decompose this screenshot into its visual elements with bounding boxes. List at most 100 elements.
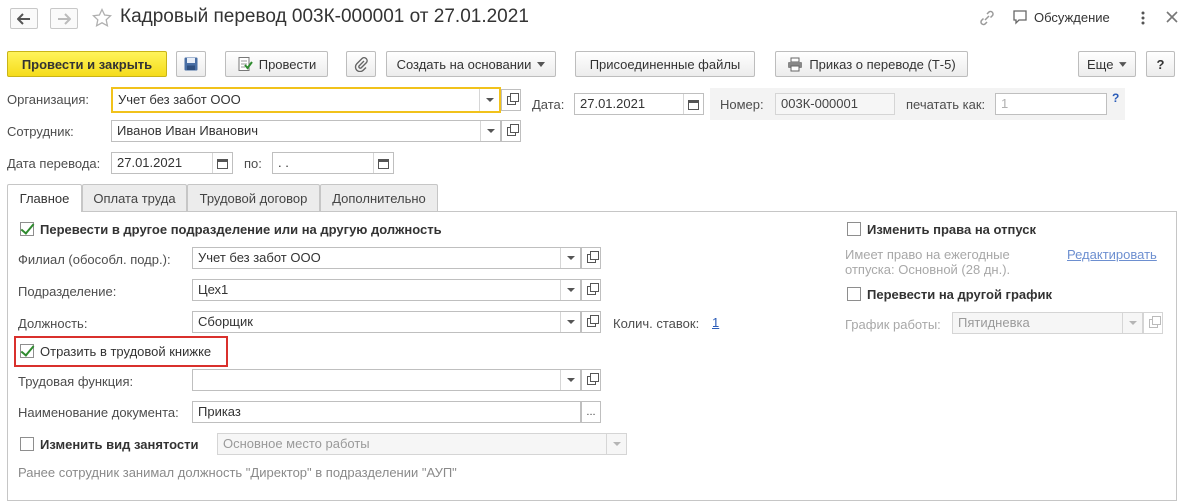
doc-name-field[interactable]: Приказ [192,401,581,423]
vacation-rights-label: Изменить права на отпуск [867,222,1036,237]
branch-value: Учет без забот ООО [198,250,321,265]
print-as-help-icon[interactable]: ? [1112,91,1119,105]
employee-field[interactable]: Иванов Иван Иванович [111,120,501,142]
vacation-rights-checkbox[interactable] [847,222,861,236]
employment-type-value: Основное место работы [223,436,370,451]
rates-label: Колич. ставок: [613,316,700,331]
forward-button[interactable] [50,8,78,29]
paperclip-icon [354,57,368,72]
branch-open-button[interactable] [581,247,601,269]
employee-value: Иванов Иван Иванович [117,123,259,138]
more-vert-icon[interactable] [1140,9,1146,30]
post-button[interactable]: Провести [225,51,328,77]
edit-link[interactable]: Редактировать [1067,247,1157,262]
attached-files-button[interactable]: Присоединенные файлы [575,51,755,77]
help-button[interactable]: ? [1146,51,1175,77]
chevron-down-icon [1119,61,1127,67]
tab-additional[interactable]: Дополнительно [320,184,438,211]
date-value: 27.01.2021 [580,96,646,111]
close-icon[interactable] [1165,10,1179,27]
department-field[interactable]: Цех1 [192,279,581,301]
work-schedule-label: График работы: [845,317,941,332]
save-button[interactable] [176,51,206,77]
open-form-icon [506,123,519,136]
transfer-date-field[interactable]: 27.01.2021 [111,152,233,174]
organization-label: Организация: [7,92,90,107]
number-field: 003К-000001 [775,93,895,115]
create-based-on-label: Создать на основании [396,56,532,72]
organization-field[interactable]: Учет без забот ООО [111,87,501,113]
post-and-close-button[interactable]: Провести и закрыть [7,51,167,77]
work-schedule-open-button [1143,312,1163,334]
branch-dropdown-icon[interactable] [560,248,580,268]
create-based-on-button[interactable]: Создать на основании [386,51,556,77]
employee-dropdown-icon[interactable] [480,121,500,141]
schedule-checkbox[interactable] [847,287,861,301]
more-button[interactable]: Еще [1078,51,1136,77]
tab-payment[interactable]: Оплата труда [82,184,187,211]
position-field[interactable]: Сборщик [192,311,581,333]
employment-type-dropdown-icon [606,434,626,454]
page-title: Кадровый перевод 003К-000001 от 27.01.20… [120,6,529,27]
employment-type-field: Основное место работы [217,433,627,455]
back-button[interactable] [10,8,38,29]
discussion-button[interactable]: Обсуждение [1012,9,1110,25]
tab-main[interactable]: Главное [7,184,82,212]
date-label: Дата: [532,97,565,112]
employment-type-label: Изменить вид занятости [40,437,199,452]
labor-function-dropdown-icon[interactable] [560,370,580,390]
to-label: по: [244,156,262,171]
previous-position-note: Ранее сотрудник занимал должность "Дирек… [18,465,457,480]
transfer-checkbox[interactable] [20,222,34,236]
work-schedule-field: Пятидневка [952,312,1143,334]
open-form-icon [586,372,599,385]
tab-labor-contract[interactable]: Трудовой договор [187,184,320,211]
workbook-checkbox[interactable] [20,344,34,358]
work-schedule-value: Пятидневка [958,315,1030,330]
position-value: Сборщик [198,314,253,329]
organization-open-button[interactable] [501,89,521,111]
print-as-field[interactable]: 1 [995,93,1107,115]
transfer-date-label: Дата перевода: [7,156,101,171]
favorite-star-icon[interactable] [91,7,113,31]
calendar-icon[interactable] [212,153,232,173]
attach-button[interactable] [346,51,376,77]
position-open-button[interactable] [581,311,601,333]
to-date-field[interactable]: . . [272,152,394,174]
vacation-info-line2: отпуска: Основной (28 дн.). [845,262,1011,277]
position-label: Должность: [18,316,88,331]
calendar-icon[interactable] [683,94,703,114]
print-order-button[interactable]: Приказ о переводе (Т-5) [775,51,968,77]
department-dropdown-icon[interactable] [560,280,580,300]
position-dropdown-icon[interactable] [560,312,580,332]
open-form-icon [586,250,599,263]
more-label: Еще [1087,56,1114,72]
open-form-icon [586,282,599,295]
labor-function-open-button[interactable] [581,369,601,391]
employment-type-checkbox[interactable] [20,437,34,451]
arrow-right-icon [58,12,71,25]
floppy-disk-icon [184,57,198,71]
employee-open-button[interactable] [501,120,521,142]
calendar-icon[interactable] [373,153,393,173]
chat-icon [1013,10,1027,25]
labor-function-field[interactable] [192,369,581,391]
post-document-icon [238,57,253,71]
employee-label: Сотрудник: [7,124,74,139]
branch-field[interactable]: Учет без забот ООО [192,247,581,269]
date-field[interactable]: 27.01.2021 [574,93,704,115]
schedule-label: Перевести на другой график [867,287,1053,302]
link-icon[interactable] [978,9,996,30]
organization-dropdown-icon[interactable] [479,89,499,111]
rates-link[interactable]: 1 [712,315,719,330]
open-form-icon [506,92,519,105]
open-form-icon [586,314,599,327]
print-order-label: Приказ о переводе (Т-5) [809,56,956,72]
branch-label: Филиал (обособл. подр.): [18,252,171,267]
transfer-date-value: 27.01.2021 [117,155,183,170]
discussion-label: Обсуждение [1034,9,1110,25]
department-open-button[interactable] [581,279,601,301]
chevron-down-icon [537,61,546,67]
doc-name-select-button[interactable]: ... [581,401,601,423]
printer-icon [788,57,803,71]
